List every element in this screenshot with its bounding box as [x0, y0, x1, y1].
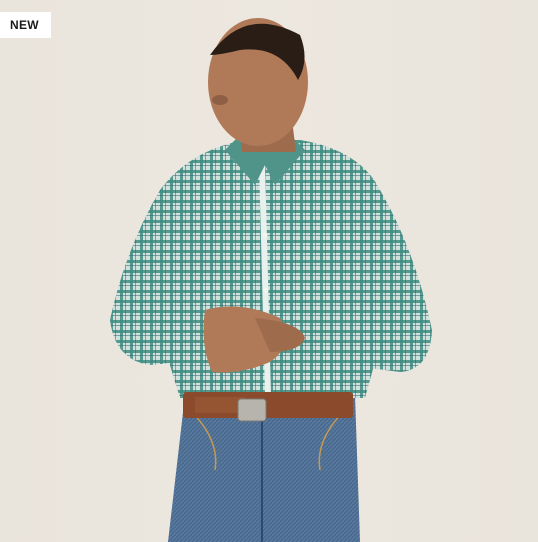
product-image[interactable]	[0, 0, 538, 542]
model-photo	[110, 18, 432, 542]
new-badge: NEW	[0, 12, 51, 38]
